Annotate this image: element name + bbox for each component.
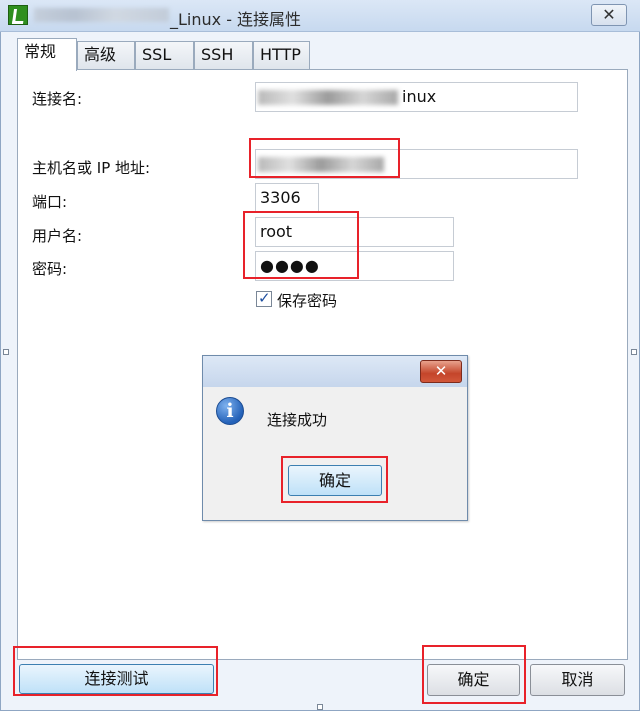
connection-name-value: inux	[402, 87, 437, 106]
tab-ssl[interactable]: SSL	[135, 41, 194, 69]
resize-handle-bottom[interactable]	[317, 704, 323, 710]
blurred-text	[258, 90, 398, 105]
tab-general[interactable]: 常规	[17, 38, 77, 71]
annotation-box-host	[249, 138, 400, 178]
save-password-label: 保存密码	[277, 292, 338, 310]
host-label: 主机名或 IP 地址:	[32, 159, 151, 177]
tab-http[interactable]: HTTP	[253, 41, 310, 69]
port-input[interactable]: 3306	[255, 183, 319, 213]
dialog-close-button[interactable]: ✕	[420, 360, 462, 383]
annotation-box-dialog-ok	[281, 456, 388, 503]
resize-handle-left[interactable]	[3, 349, 9, 355]
connection-name-label: 连接名:	[32, 90, 83, 108]
tab-ssh[interactable]: SSH	[194, 41, 253, 69]
cancel-button[interactable]: 取消	[530, 664, 625, 696]
annotation-box-ok	[422, 645, 526, 704]
dialog-message: 连接成功	[267, 411, 328, 429]
window-title: _Linux - 连接属性	[170, 10, 302, 29]
password-label: 密码:	[32, 260, 68, 278]
annotation-box-test-connection	[13, 646, 218, 696]
tab-advanced[interactable]: 高级	[77, 41, 135, 69]
username-label: 用户名:	[32, 227, 83, 245]
title-blurred-text	[34, 8, 169, 22]
resize-handle-right[interactable]	[631, 349, 637, 355]
annotation-box-credentials	[243, 211, 359, 279]
checkmark-icon: ✓	[258, 289, 271, 307]
navicat-app-icon	[8, 5, 28, 25]
window-close-button[interactable]: ✕	[591, 4, 627, 26]
port-label: 端口:	[32, 193, 68, 211]
connection-name-input[interactable]: inux	[255, 82, 578, 112]
info-icon: i	[216, 397, 244, 425]
save-password-checkbox[interactable]: ✓	[256, 289, 272, 307]
